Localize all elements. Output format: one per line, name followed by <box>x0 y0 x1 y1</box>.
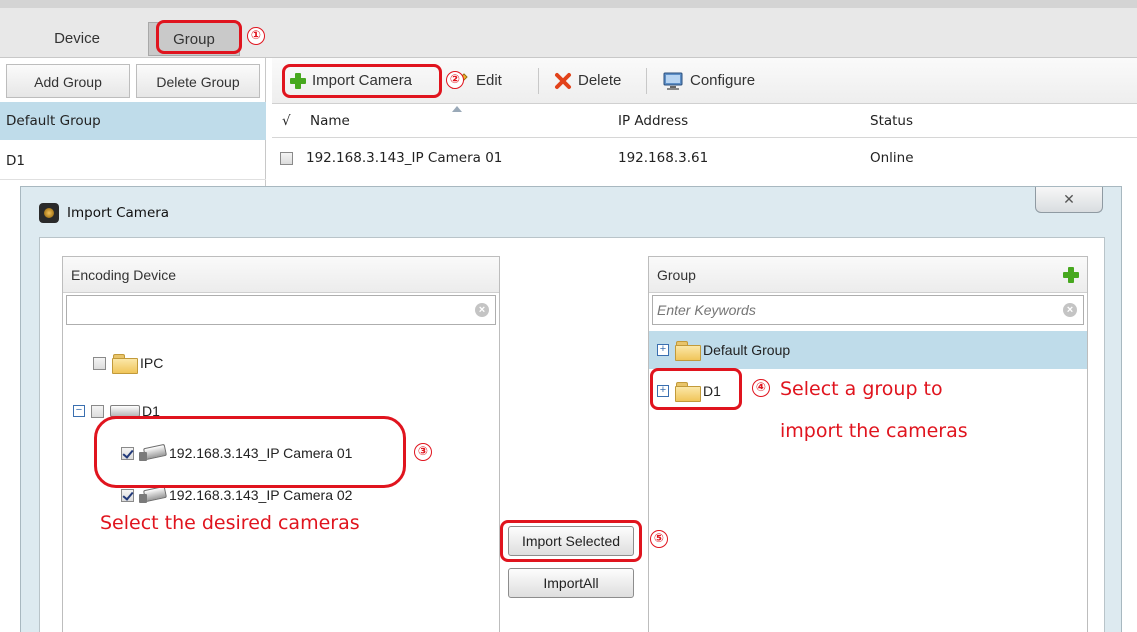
sort-up-icon <box>452 106 462 112</box>
delete-x-icon <box>555 73 571 89</box>
tab-device[interactable]: Device <box>22 22 132 56</box>
table-row[interactable]: 192.168.3.143_IP Camera 01 192.168.3.61 … <box>272 138 1137 178</box>
configure-label: Configure <box>690 72 756 89</box>
checkbox[interactable] <box>91 404 104 418</box>
annotation-number-2: ② <box>446 71 464 89</box>
annotation-number-3: ③ <box>414 443 432 461</box>
folder-icon <box>675 341 701 361</box>
column-header-name[interactable]: Name <box>310 104 350 137</box>
clear-search-icon[interactable]: × <box>1063 303 1077 317</box>
annotation-box-group-tab <box>156 20 242 54</box>
annotation-select-cameras: Select the desired cameras <box>100 512 360 534</box>
annotation-number-5: ⑤ <box>650 530 668 548</box>
camera-name-cell: 192.168.3.143_IP Camera 01 <box>306 150 503 166</box>
camera-status-cell: Online <box>870 150 914 166</box>
annotation-box-cameras <box>94 416 406 488</box>
annotation-number-4: ④ <box>752 379 770 397</box>
tree-item-ipc[interactable]: IPC <box>93 347 163 379</box>
tree-item-label: IPC <box>140 355 164 371</box>
column-header-ip[interactable]: IP Address <box>618 104 688 137</box>
group-search-input[interactable] <box>653 296 1040 324</box>
camera-ip-cell: 192.168.3.61 <box>618 150 709 166</box>
camera-icon <box>138 486 166 504</box>
monitor-icon <box>663 72 683 90</box>
group-panel: Group × + Default Group + D1 <box>648 256 1088 632</box>
delete-label: Delete <box>578 72 622 89</box>
group-header: Group <box>649 257 1087 293</box>
folder-icon <box>112 354 138 374</box>
delete-group-button[interactable]: Delete Group <box>136 64 260 98</box>
column-header-status[interactable]: Status <box>870 104 913 137</box>
add-group-button[interactable]: Add Group <box>6 64 130 98</box>
camera-table-header: √ Name IP Address Status <box>272 104 1137 138</box>
clear-search-icon[interactable]: × <box>475 303 489 317</box>
row-checkbox[interactable] <box>280 151 293 165</box>
group-tree-item-default[interactable]: + Default Group <box>649 331 1087 369</box>
add-group-icon[interactable] <box>1063 267 1079 283</box>
annotation-box-import-camera <box>282 64 442 98</box>
group-item-default[interactable]: Default Group <box>0 102 266 140</box>
close-button[interactable]: ✕ <box>1035 187 1103 213</box>
annotation-box-import-selected <box>500 520 642 562</box>
annotation-select-group-line2: import the cameras <box>780 420 968 442</box>
toolbar-divider <box>538 68 539 94</box>
group-search-box[interactable]: × <box>652 295 1084 325</box>
delete-button[interactable]: Delete <box>554 66 621 96</box>
collapse-icon[interactable]: − <box>73 405 85 417</box>
toolbar-divider <box>646 68 647 94</box>
checkbox[interactable] <box>93 356 106 370</box>
dialog-title: Import Camera <box>67 205 170 221</box>
edit-label: Edit <box>476 72 502 89</box>
configure-button[interactable]: Configure <box>662 66 755 96</box>
checkbox-checked[interactable] <box>121 488 134 502</box>
tree-item-label: Default Group <box>703 342 791 358</box>
group-item-d1[interactable]: D1 <box>0 142 266 180</box>
close-icon: ✕ <box>1063 191 1075 207</box>
tree-item-label: 192.168.3.143_IP Camera 02 <box>169 487 353 503</box>
annotation-box-d1-group <box>650 368 742 410</box>
encoding-device-header: Encoding Device <box>63 257 499 293</box>
device-search-input[interactable] <box>67 296 453 324</box>
annotation-select-group-line1: Select a group to <box>780 378 943 400</box>
expand-icon[interactable]: + <box>657 344 669 356</box>
annotation-number-1: ① <box>247 27 265 45</box>
app-logo-icon <box>39 203 59 223</box>
import-all-button[interactable]: ImportAll <box>508 568 634 598</box>
check-column-header[interactable]: √ <box>282 104 291 137</box>
device-search-box[interactable]: × <box>66 295 496 325</box>
import-camera-dialog: Import Camera ✕ Encoding Device × IPC − … <box>20 186 1122 632</box>
